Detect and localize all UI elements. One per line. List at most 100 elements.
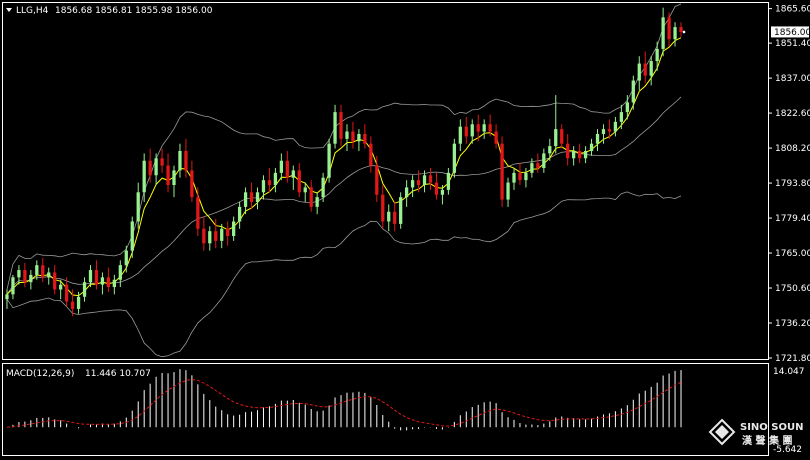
candle-body bbox=[59, 284, 63, 290]
price-tick-label: 1865.60 bbox=[775, 5, 810, 15]
candle bbox=[321, 172, 325, 203]
candle-body bbox=[619, 112, 624, 122]
candle-body bbox=[148, 160, 152, 176]
candle-body bbox=[29, 274, 33, 283]
candle bbox=[47, 267, 51, 285]
candle-body bbox=[482, 124, 486, 132]
candle-body bbox=[214, 231, 218, 241]
candle-body bbox=[53, 272, 57, 290]
candle bbox=[369, 136, 373, 173]
candle-body bbox=[673, 27, 677, 40]
candle bbox=[249, 182, 254, 210]
candle bbox=[393, 202, 397, 232]
candle-body bbox=[607, 129, 612, 132]
candle-body bbox=[106, 277, 111, 288]
candle-body bbox=[583, 150, 588, 159]
candle bbox=[208, 226, 212, 251]
candle-body bbox=[566, 143, 570, 159]
candle-body bbox=[387, 211, 391, 222]
price-tick-label: 1779.40 bbox=[775, 214, 810, 224]
candle-body bbox=[345, 131, 349, 139]
candle-body bbox=[363, 133, 367, 144]
candle-body bbox=[500, 143, 504, 200]
candle bbox=[333, 104, 337, 149]
candle-body bbox=[220, 228, 224, 241]
brand-line-1: SINO SOUND bbox=[740, 422, 804, 433]
candle bbox=[339, 104, 343, 147]
candle-body bbox=[70, 301, 75, 309]
candle bbox=[11, 274, 15, 300]
candle-body bbox=[572, 150, 576, 159]
candle bbox=[494, 124, 498, 149]
candle bbox=[524, 168, 528, 188]
candle bbox=[381, 185, 385, 229]
candle-body bbox=[279, 160, 284, 173]
candle-body bbox=[190, 170, 194, 198]
candle-body bbox=[226, 228, 230, 237]
candle-body bbox=[5, 294, 9, 300]
candle bbox=[375, 155, 379, 203]
price-tick-label: 1851.40 bbox=[775, 39, 810, 49]
candle bbox=[267, 168, 272, 193]
candle-body bbox=[142, 160, 146, 193]
candle-body bbox=[23, 270, 27, 283]
candle-body bbox=[76, 296, 81, 309]
candle-body bbox=[613, 121, 618, 132]
candle-body bbox=[512, 172, 516, 183]
candle bbox=[589, 138, 594, 156]
chevron-down-icon bbox=[6, 8, 12, 12]
candle bbox=[357, 129, 361, 151]
candle bbox=[309, 180, 313, 212]
candle bbox=[560, 124, 564, 149]
candle bbox=[404, 180, 409, 207]
candle bbox=[35, 260, 39, 280]
candle-body bbox=[321, 177, 325, 198]
candle-body bbox=[643, 63, 647, 76]
candle bbox=[53, 265, 57, 295]
candle bbox=[542, 148, 546, 173]
price-panel: 1865.60 1851.40 1837.00 1822.60 1808.20 1793.… bbox=[2, 2, 810, 364]
candle-body bbox=[679, 27, 683, 32]
candle-body bbox=[303, 187, 307, 193]
candle bbox=[673, 22, 677, 47]
candle bbox=[631, 75, 635, 110]
candle bbox=[273, 168, 278, 193]
ma-line bbox=[6, 37, 682, 297]
candle-body bbox=[494, 131, 498, 144]
candle bbox=[595, 129, 600, 151]
candle-body bbox=[667, 17, 671, 40]
candle-body bbox=[208, 231, 212, 244]
price-tick-label: 1750.60 bbox=[775, 284, 810, 294]
candle-body bbox=[273, 172, 278, 186]
candle bbox=[29, 270, 33, 290]
candle-body bbox=[88, 270, 93, 283]
candle-body bbox=[41, 265, 45, 278]
candle-body bbox=[64, 284, 69, 302]
candle-body bbox=[434, 182, 439, 195]
price-tick-label: 1793.80 bbox=[775, 179, 810, 189]
candle bbox=[679, 22, 683, 37]
candle bbox=[112, 274, 116, 295]
candle-body bbox=[249, 192, 254, 203]
candle-body bbox=[232, 221, 236, 237]
price-panel-frame bbox=[2, 2, 769, 360]
candle-body bbox=[357, 133, 361, 142]
candles bbox=[5, 7, 686, 317]
candle-body bbox=[536, 163, 540, 169]
candle-body bbox=[160, 158, 164, 166]
chart-canvas: 1865.60 1851.40 1837.00 1822.60 1808.20 1793.… bbox=[2, 2, 810, 456]
candle bbox=[226, 221, 230, 246]
candle-body bbox=[661, 17, 665, 49]
candle bbox=[667, 12, 671, 47]
moving-average bbox=[6, 37, 682, 297]
candle bbox=[434, 172, 439, 200]
candle bbox=[184, 138, 188, 178]
price-tick-label: 1822.60 bbox=[775, 109, 810, 119]
candle bbox=[506, 177, 510, 207]
candle-body bbox=[488, 124, 492, 132]
candle-body bbox=[35, 265, 39, 275]
macd-label: MACD(12,26,9) bbox=[6, 369, 74, 379]
candle bbox=[482, 119, 486, 139]
candle-body bbox=[422, 175, 427, 186]
middle-band-line bbox=[6, 96, 682, 295]
